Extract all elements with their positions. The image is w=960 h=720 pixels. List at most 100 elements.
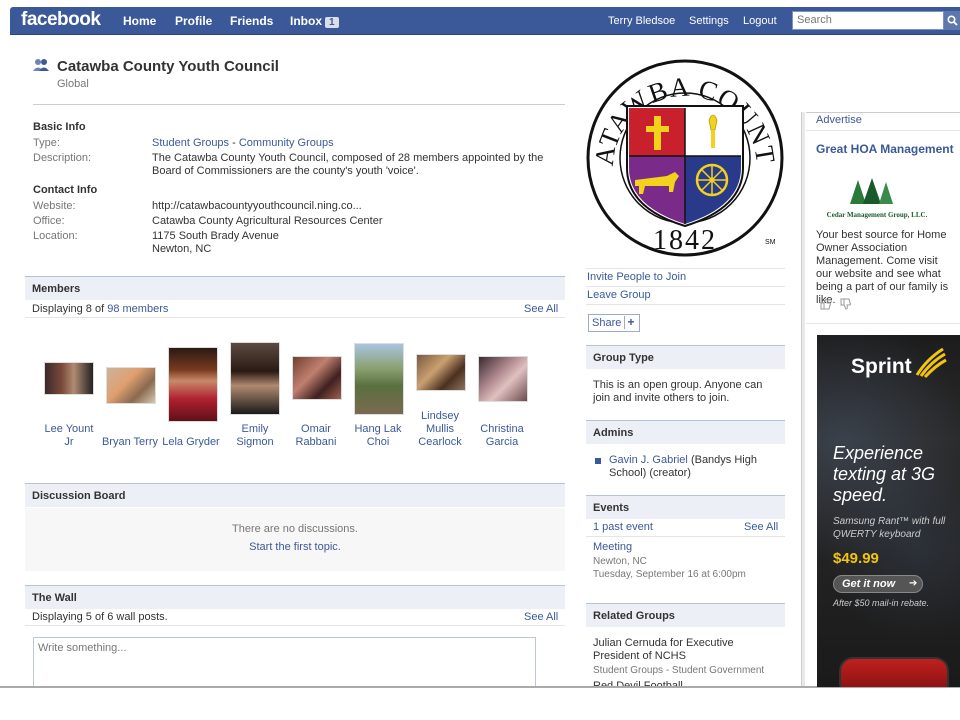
- arrow-right-icon: ➔: [909, 578, 918, 589]
- past-events-link[interactable]: 1 past event: [593, 521, 653, 533]
- group-type-text: This is an open group. Anyone can join a…: [593, 379, 763, 404]
- member-name-line1: Bryan Terry: [101, 436, 159, 448]
- member-name-line2: Garcia: [485, 436, 519, 448]
- ad-title-hoa[interactable]: Great HOA Management: [816, 142, 956, 156]
- member-name[interactable]: Christina Garcia: [472, 423, 532, 449]
- members-heading: Members: [25, 276, 565, 300]
- member-photo[interactable]: [416, 354, 466, 391]
- member-name-line1: Lee Yount: [44, 423, 94, 435]
- ad-body-hoa: Your best source for Home Owner Associat…: [816, 229, 949, 306]
- divider: [586, 268, 785, 269]
- wall-heading: The Wall: [25, 585, 565, 609]
- member-photo[interactable]: [292, 356, 342, 400]
- members-see-all-link[interactable]: See All: [524, 303, 558, 315]
- start-topic-link[interactable]: Start the first topic.: [249, 541, 341, 553]
- advertise-link[interactable]: Advertise: [816, 114, 862, 126]
- nav-home[interactable]: Home: [123, 14, 156, 28]
- discussion-empty-text: There are no discussions.: [232, 523, 358, 535]
- discussion-heading: Discussion Board: [25, 483, 565, 507]
- member-photo[interactable]: [106, 367, 156, 404]
- event-place: Newton, NC: [593, 556, 647, 567]
- member-name[interactable]: Lee Yount Jr: [39, 423, 99, 449]
- snowflake-pattern: [817, 335, 960, 687]
- thumbs-down-icon[interactable]: [840, 298, 852, 313]
- nav-inbox[interactable]: Inbox 1: [290, 14, 339, 28]
- members-count-prefix: Displaying 8 of: [32, 303, 105, 315]
- phone-image: [839, 657, 949, 687]
- sprint-rebate: After $50 mail-in rebate.: [833, 598, 930, 608]
- member-name-line3: Cearlock: [418, 436, 462, 448]
- group-scope: Global: [57, 78, 89, 90]
- nav-profile[interactable]: Profile: [175, 14, 212, 28]
- invite-people-link[interactable]: Invite People to Join: [587, 271, 686, 283]
- thumbs-up-icon[interactable]: [820, 298, 832, 313]
- events-heading: Events: [586, 495, 785, 519]
- cedar-company-name: Cedar Management Group, LLC.: [826, 211, 928, 219]
- members-count-link[interactable]: 98 members: [107, 303, 168, 315]
- nav-user-name[interactable]: Terry Bledsoe: [608, 15, 675, 27]
- wall-count: Displaying 5 of 6 wall posts.: [32, 611, 168, 623]
- top-navigation-bar: facebook Home Profile Friends Inbox 1 Ter…: [10, 7, 960, 35]
- member-name[interactable]: Lela Gryder: [161, 436, 221, 449]
- event-time: Tuesday, September 16 at 6:00pm: [593, 569, 746, 580]
- wall-see-all-link[interactable]: See All: [524, 611, 558, 623]
- cedar-management-logo[interactable]: Cedar Management Group, LLC.: [822, 178, 932, 222]
- nav-settings[interactable]: Settings: [689, 15, 729, 27]
- divider: [33, 104, 565, 105]
- sprint-ad-banner[interactable]: Sprint Experience texting at 3G speed. S…: [817, 335, 960, 687]
- nav-logout[interactable]: Logout: [743, 15, 777, 27]
- divider: [586, 536, 785, 537]
- window-bottom-edge: [0, 686, 960, 688]
- members-count: Displaying 8 of 98 members: [32, 303, 168, 315]
- facebook-logo[interactable]: facebook: [21, 9, 101, 31]
- website-link[interactable]: http://catawbacountyyouthcouncil.ning.co…: [152, 200, 362, 213]
- member-name-line2: Mullis: [425, 423, 455, 435]
- group-icon: [33, 58, 49, 75]
- description-label: Description:: [33, 152, 92, 164]
- nav-friends[interactable]: Friends: [230, 14, 273, 28]
- type-link-student-groups[interactable]: Student Groups: [152, 137, 229, 149]
- member-name-line1: Omair: [301, 423, 331, 435]
- description-value: The Catawba County Youth Council, compos…: [152, 152, 544, 177]
- member-photo[interactable]: [354, 343, 404, 415]
- member-photo[interactable]: [478, 356, 528, 402]
- sprint-logo-icon: [913, 345, 947, 382]
- bullet-icon: [595, 458, 601, 464]
- share-plus-icon[interactable]: +: [624, 316, 637, 329]
- member-name-line2: Jr: [64, 436, 74, 448]
- event-name-link[interactable]: Meeting: [593, 541, 632, 553]
- basic-info-heading: Basic Info: [33, 121, 86, 133]
- type-link-community-groups[interactable]: Community Groups: [239, 137, 334, 149]
- member-name-line2: Rabbani: [295, 436, 337, 448]
- member-name[interactable]: Lindsey Mullis Cearlock: [410, 410, 470, 449]
- divider: [806, 130, 960, 131]
- sprint-cta-button[interactable]: Get it now ➔: [833, 575, 923, 593]
- search-input[interactable]: Search: [792, 11, 944, 30]
- member-name-line1: Lela Gryder: [162, 436, 220, 448]
- inbox-count-badge: 1: [325, 17, 339, 28]
- member-name[interactable]: Hang Lak Choi: [348, 423, 408, 449]
- start-topic-container: Start the first topic.: [25, 541, 565, 553]
- member-photo[interactable]: [44, 362, 94, 395]
- type-value: Student Groups - Community Groups: [152, 137, 334, 150]
- address-link[interactable]: 1175 South Brady Avenue: [152, 230, 279, 243]
- admin-name-link[interactable]: Gavin J. Gabriel: [609, 454, 688, 466]
- city-value: Newton, NC: [152, 243, 212, 255]
- divider: [806, 323, 960, 324]
- member-name[interactable]: Omair Rabbani: [286, 423, 346, 449]
- search-icon[interactable]: [944, 11, 960, 30]
- admin-entry: Gavin J. Gabriel (Bandys High School) (c…: [609, 454, 779, 480]
- website-label: Website:: [33, 200, 76, 212]
- wall-post-input[interactable]: Write something...: [33, 637, 536, 687]
- related-group-link[interactable]: Julian Cernuda for Executive President o…: [593, 637, 763, 663]
- page-title: Catawba County Youth Council: [57, 58, 279, 75]
- member-photo[interactable]: [168, 347, 218, 422]
- leave-group-link[interactable]: Leave Group: [587, 289, 651, 301]
- events-see-all-link[interactable]: See All: [744, 521, 778, 533]
- member-name-line1: Emily: [241, 423, 269, 435]
- divider: [586, 304, 785, 305]
- member-name-line2: Sigmon: [236, 436, 274, 448]
- member-name[interactable]: Emily Sigmon: [225, 423, 285, 449]
- member-photo[interactable]: [230, 342, 280, 415]
- member-name[interactable]: Bryan Terry: [97, 436, 163, 449]
